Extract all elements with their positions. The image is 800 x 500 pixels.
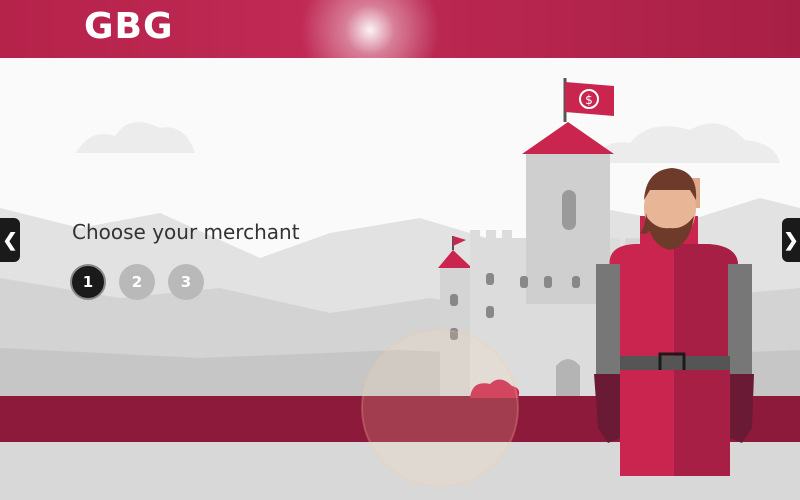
chevron-left-icon: ❮ <box>2 229 18 250</box>
merchant-stepper: 1 2 3 <box>70 264 204 300</box>
header-bar: GBG <box>0 0 800 100</box>
chevron-right-icon: ❯ <box>783 229 799 250</box>
step-3-button[interactable]: 3 <box>168 264 204 300</box>
step-2-button[interactable]: 2 <box>119 264 155 300</box>
gbg-logo: GBG <box>84 6 174 47</box>
dollar-icon: $ <box>585 93 593 107</box>
previous-button[interactable]: ❮ <box>0 218 20 262</box>
step-1-button[interactable]: 1 <box>70 264 106 300</box>
choose-merchant-heading: Choose your merchant <box>72 220 300 244</box>
next-button[interactable]: ❯ <box>782 218 800 262</box>
